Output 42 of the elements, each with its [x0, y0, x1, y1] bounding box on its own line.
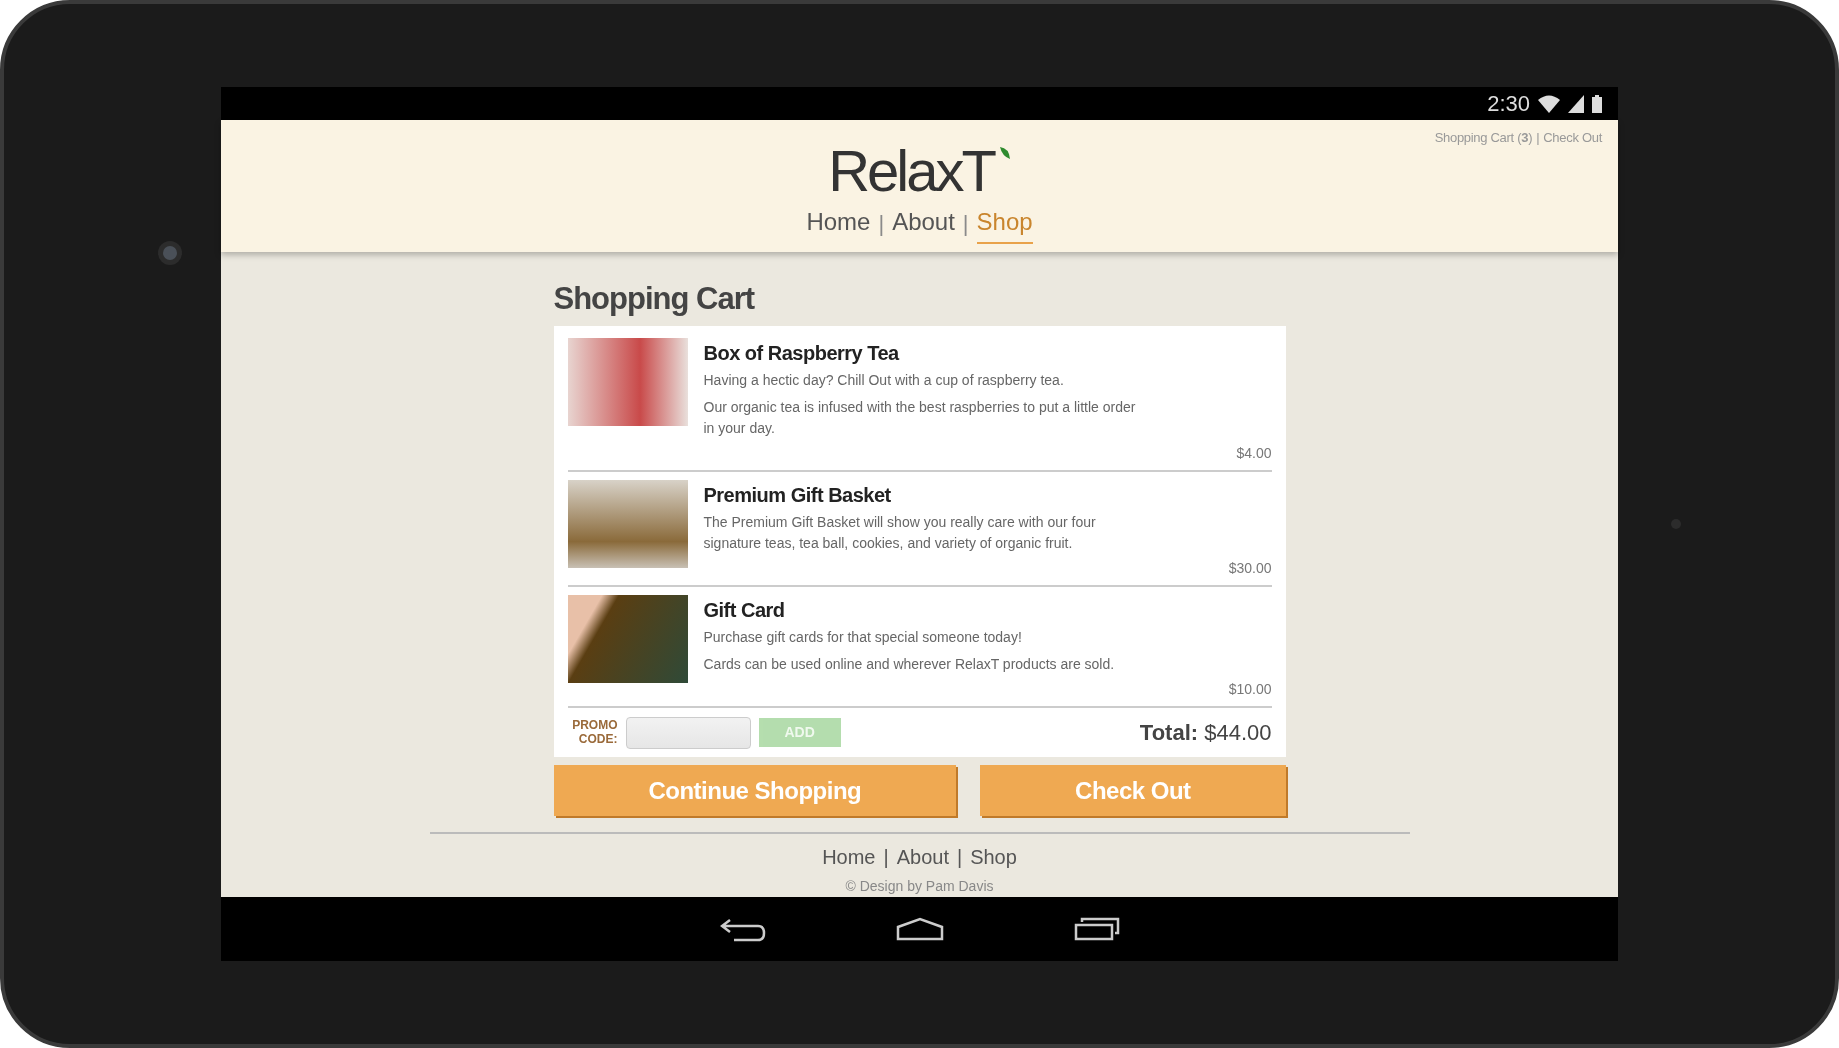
- product-price: $4.00: [1236, 444, 1272, 464]
- signal-icon: [1568, 94, 1584, 113]
- recent-apps-icon[interactable]: [1073, 917, 1120, 942]
- wifi-icon: [1538, 94, 1560, 113]
- separator: |: [956, 845, 963, 871]
- total-label: Total:: [1139, 720, 1199, 746]
- product-name: Gift Card: [703, 598, 786, 624]
- product-description: The Premium Gift Basket will show you really care with our four signature teas, tea ball, cookies, and variety of organic fruit.: [703, 513, 1097, 554]
- nav-link[interactable]: Home: [806, 203, 871, 244]
- product-description: Our organic tea is infused with the best raspberries to put a little order in your day.: [703, 398, 1137, 439]
- shopping-cart-link[interactable]: Shopping Cart (3): [1434, 128, 1533, 148]
- nav-link[interactable]: About: [892, 203, 955, 244]
- copyright-text: © Design by Pam Davis: [845, 877, 994, 897]
- nav-link[interactable]: Shop: [976, 203, 1033, 244]
- battery-icon: [1592, 94, 1602, 113]
- back-icon[interactable]: [719, 916, 766, 943]
- footer-link[interactable]: Home: [822, 842, 876, 873]
- separator: |: [962, 210, 969, 238]
- product-name: Box of Raspberry Tea: [703, 341, 901, 367]
- home-icon[interactable]: [895, 917, 944, 942]
- promo-code-label: PROMO CODE:: [571, 718, 618, 747]
- product-description: Purchase gift cards for that special someone today!: [703, 628, 1023, 648]
- continue-shopping-button[interactable]: Continue Shopping: [553, 765, 957, 817]
- check-out-button[interactable]: Check Out: [980, 765, 1286, 817]
- promo-code-field[interactable]: [625, 716, 751, 749]
- product-name: Premium Gift Basket: [703, 483, 892, 509]
- footer-link[interactable]: Shop: [970, 842, 1017, 873]
- status-time: 2:30: [1487, 90, 1530, 118]
- product-price: $30.00: [1228, 559, 1272, 579]
- check-out-link[interactable]: Check Out: [1543, 128, 1602, 148]
- leaf-icon: [998, 145, 1011, 160]
- product-price: $10.00: [1228, 680, 1272, 700]
- separator: |: [1536, 129, 1540, 147]
- total-value: $44.00: [1204, 720, 1272, 746]
- logo-text: RelaxT: [828, 141, 996, 200]
- product-description: Having a hectic day? Chill Out with a cup of raspberry tea.: [703, 371, 1065, 391]
- separator: |: [883, 845, 889, 871]
- page-title: Shopping Cart: [553, 279, 756, 318]
- camera-lens-icon: [157, 240, 183, 266]
- separator: |: [878, 210, 885, 238]
- footer-link[interactable]: About: [896, 842, 949, 873]
- product-description: Cards can be used online and wherever RelaxT products are sold.: [703, 655, 1116, 675]
